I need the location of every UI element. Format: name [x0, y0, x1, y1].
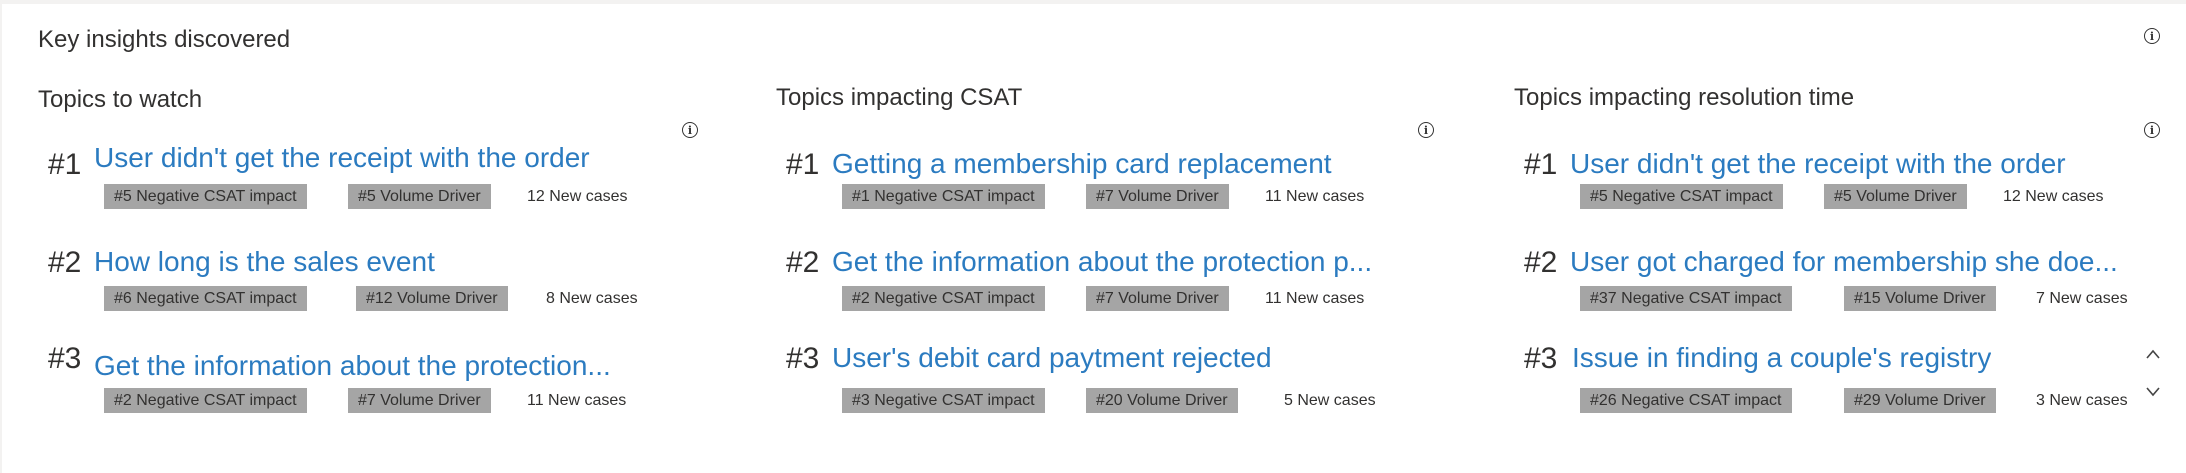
volume-driver-badge: #7 Volume Driver	[348, 388, 491, 413]
csat-impact-badge: #37 Negative CSAT impact	[1580, 286, 1792, 311]
volume-driver-badge: #15 Volume Driver	[1844, 286, 1996, 311]
info-icon[interactable]: i	[1418, 122, 1434, 138]
chevron-down-icon[interactable]	[2145, 386, 2161, 398]
list-item: #2 User got charged for membership she d…	[1514, 242, 2154, 322]
volume-driver-badge: #7 Volume Driver	[1086, 286, 1229, 311]
list-item: #1 Getting a membership card replacement…	[776, 140, 1416, 220]
volume-driver-badge: #5 Volume Driver	[348, 184, 491, 209]
csat-impact-badge: #5 Negative CSAT impact	[1580, 184, 1783, 209]
topic-link[interactable]: User didn't get the receipt with the ord…	[1570, 148, 2066, 180]
topic-link[interactable]: User's debit card paytment rejected	[832, 342, 1272, 374]
rank-label: #1	[48, 148, 82, 181]
topic-link[interactable]: User didn't get the receipt with the ord…	[94, 142, 590, 174]
list-item: #3 Get the information about the protect…	[38, 342, 678, 424]
list-item: #2 Get the information about the protect…	[776, 242, 1416, 322]
info-icon[interactable]: i	[682, 122, 698, 138]
csat-impact-badge: #3 Negative CSAT impact	[842, 388, 1045, 413]
list-item: #1 User didn't get the receipt with the …	[38, 140, 678, 220]
list-item: #3 User's debit card paytment rejected #…	[776, 342, 1416, 424]
column-title: Topics impacting resolution time	[1514, 84, 1855, 111]
csat-impact-badge: #26 Negative CSAT impact	[1580, 388, 1792, 413]
csat-impact-badge: #6 Negative CSAT impact	[104, 286, 307, 311]
volume-driver-badge: #7 Volume Driver	[1086, 184, 1229, 209]
rank-label: #1	[1524, 148, 1558, 181]
rank-label: #2	[1524, 246, 1558, 279]
new-cases-count: 7 New cases	[2036, 290, 2128, 307]
topic-link[interactable]: How long is the sales event	[94, 246, 435, 278]
chevron-up-icon[interactable]	[2145, 348, 2161, 360]
list-item: #3 Issue in finding a couple's registry …	[1514, 342, 2154, 424]
scroll-control[interactable]	[2142, 348, 2164, 398]
csat-impact-badge: #2 Negative CSAT impact	[842, 286, 1045, 311]
list-item: #1 User didn't get the receipt with the …	[1514, 140, 2154, 220]
column-title: Topics to watch	[38, 86, 203, 113]
csat-impact-badge: #5 Negative CSAT impact	[104, 184, 307, 209]
new-cases-count: 12 New cases	[2003, 188, 2104, 205]
list-item: #2 How long is the sales event #6 Negati…	[38, 242, 678, 322]
panel-title: Key insights discovered	[38, 26, 291, 53]
new-cases-count: 12 New cases	[527, 188, 628, 205]
topic-link[interactable]: Get the information about the protection…	[94, 350, 611, 382]
topic-link[interactable]: User got charged for membership she doe.…	[1570, 246, 2118, 278]
volume-driver-badge: #29 Volume Driver	[1844, 388, 1996, 413]
csat-impact-badge: #2 Negative CSAT impact	[104, 388, 307, 413]
new-cases-count: 11 New cases	[1265, 188, 1365, 205]
rank-label: #3	[786, 342, 820, 375]
rank-label: #1	[786, 148, 820, 181]
new-cases-count: 5 New cases	[1284, 392, 1376, 409]
topic-link[interactable]: Issue in finding a couple's registry	[1572, 342, 1991, 374]
new-cases-count: 11 New cases	[527, 392, 627, 409]
info-icon[interactable]: i	[2144, 28, 2160, 44]
column-title: Topics impacting CSAT	[776, 84, 1023, 111]
rank-label: #2	[786, 246, 820, 279]
rank-label: #3	[48, 342, 82, 375]
rank-label: #2	[48, 246, 82, 279]
volume-driver-badge: #5 Volume Driver	[1824, 184, 1967, 209]
info-icon[interactable]: i	[2144, 122, 2160, 138]
volume-driver-badge: #20 Volume Driver	[1086, 388, 1238, 413]
new-cases-count: 11 New cases	[1265, 290, 1365, 307]
volume-driver-badge: #12 Volume Driver	[356, 286, 508, 311]
csat-impact-badge: #1 Negative CSAT impact	[842, 184, 1045, 209]
key-insights-panel: Key insights discovered i Topics to watc…	[2, 4, 2186, 473]
new-cases-count: 8 New cases	[546, 290, 638, 307]
new-cases-count: 3 New cases	[2036, 392, 2128, 409]
topic-link[interactable]: Getting a membership card replacement	[832, 148, 1332, 180]
topic-link[interactable]: Get the information about the protection…	[832, 246, 1372, 278]
rank-label: #3	[1524, 342, 1558, 375]
